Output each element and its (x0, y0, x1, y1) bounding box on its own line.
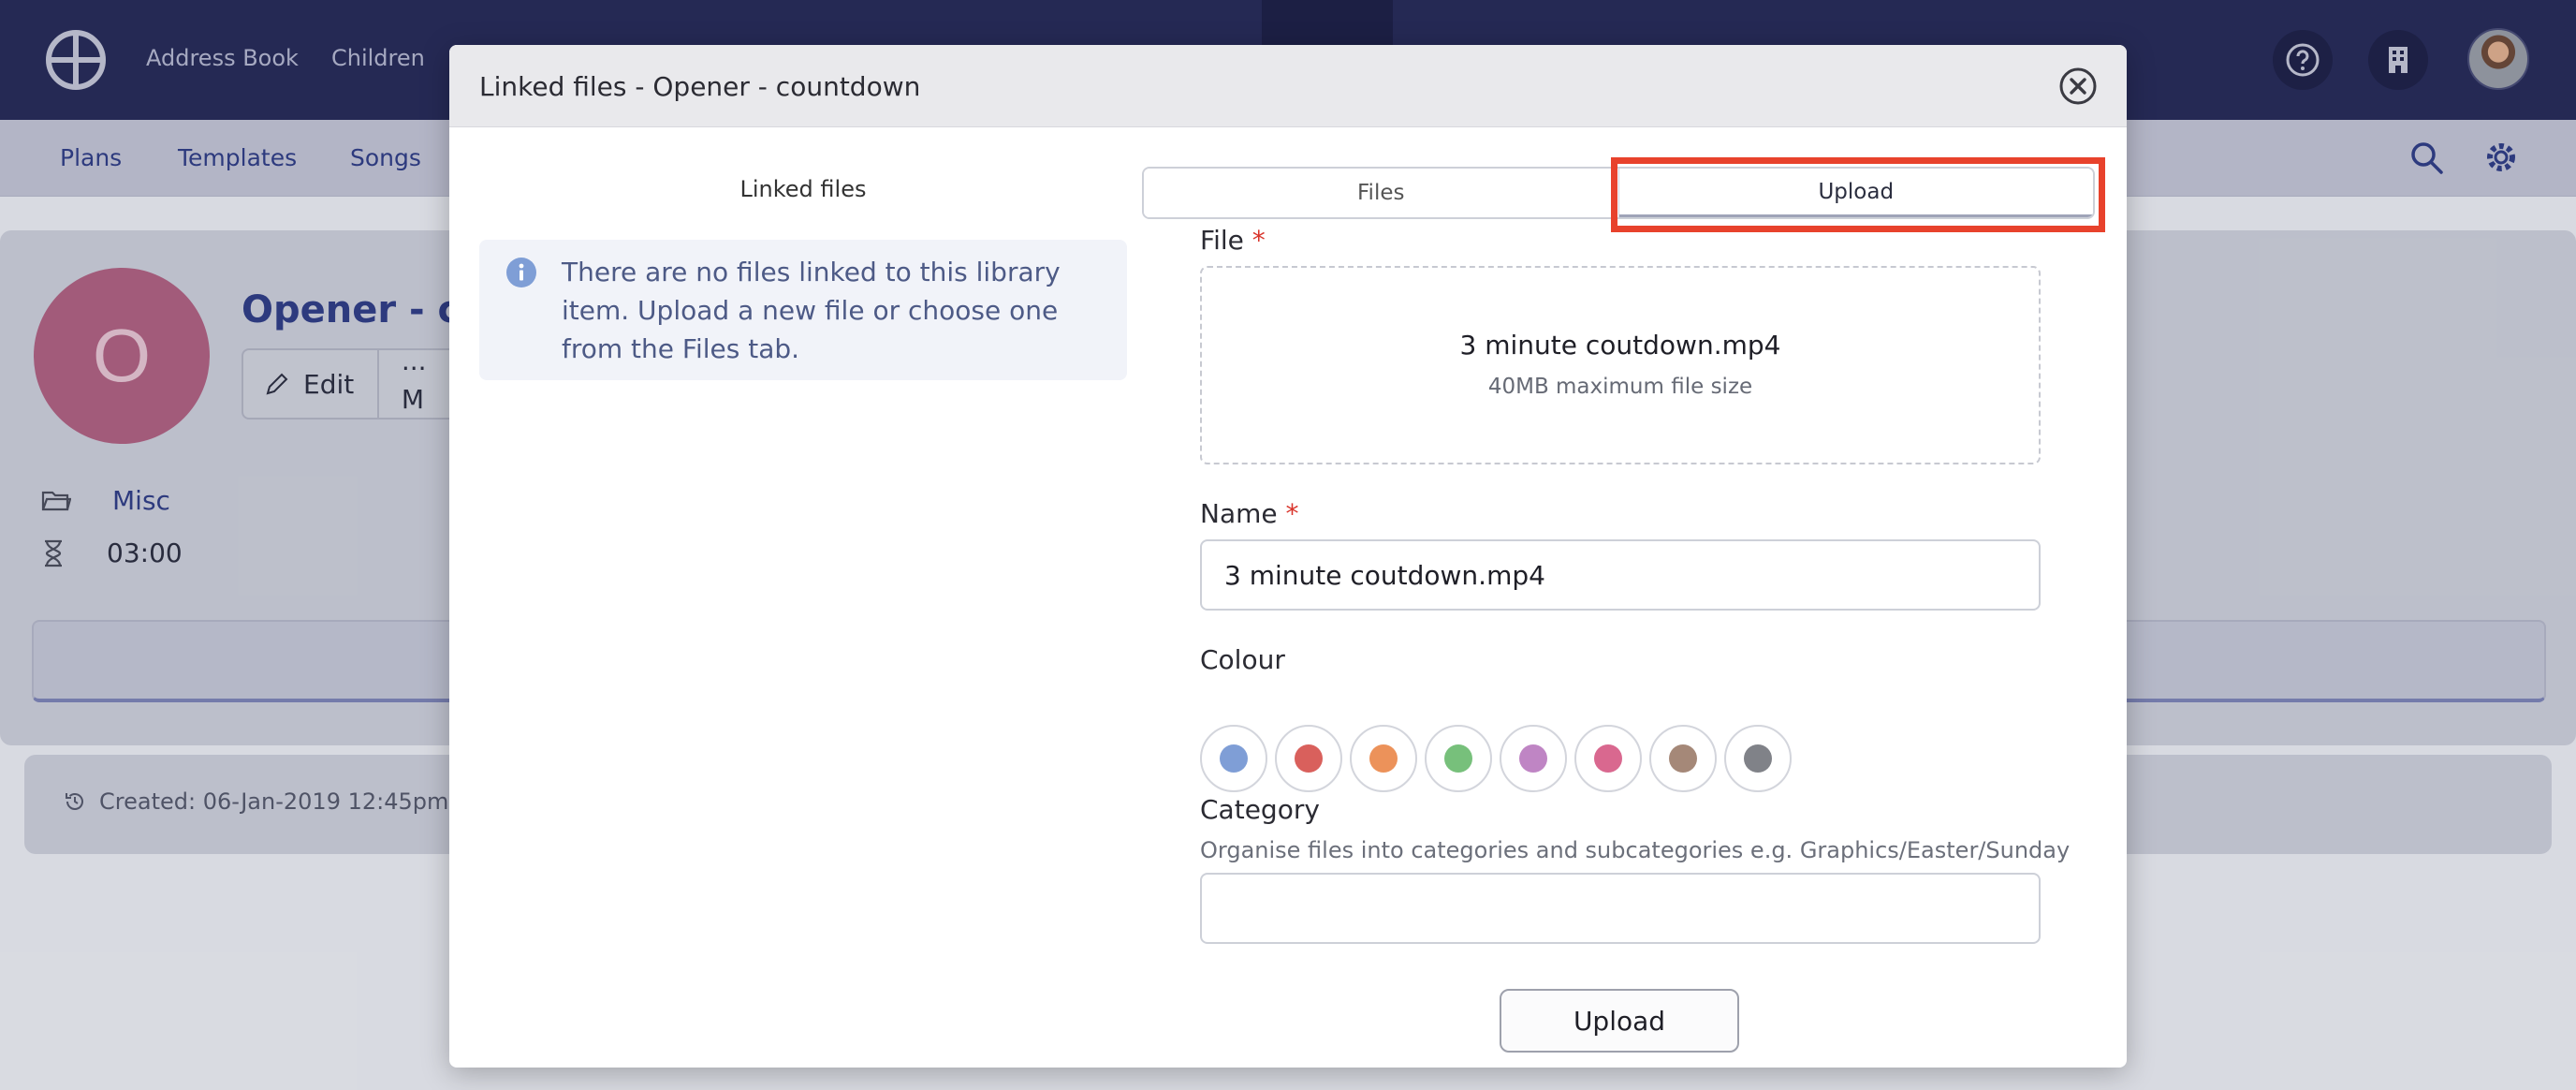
linked-files-modal: Linked files - Opener - countdown Linked… (449, 45, 2127, 1068)
linked-files-heading: Linked files (739, 176, 867, 202)
file-dropzone[interactable]: 3 minute coutdown.mp4 40MB maximum file … (1200, 266, 2041, 464)
colour-field-label: Colour (1200, 644, 1285, 675)
selected-file-name: 3 minute coutdown.mp4 (1459, 330, 1781, 361)
category-field-label: Category (1200, 794, 1320, 825)
colour-dot (1295, 744, 1323, 773)
no-files-message: There are no files linked to this librar… (562, 257, 1061, 364)
colour-swatch-7[interactable] (1649, 725, 1717, 792)
colour-swatch-4[interactable] (1425, 725, 1492, 792)
colour-swatch-5[interactable] (1500, 725, 1567, 792)
tab-upload[interactable]: Upload (1618, 169, 2093, 217)
colour-dot (1444, 744, 1472, 773)
required-marker: * (1285, 498, 1299, 529)
modal-title: Linked files - Opener - countdown (479, 71, 921, 102)
required-marker: * (1251, 225, 1266, 256)
name-input[interactable] (1200, 539, 2041, 611)
name-field-label: Name * (1200, 498, 1299, 529)
category-help-text: Organise files into categories and subca… (1200, 837, 2071, 863)
file-size-hint: 40MB maximum file size (1487, 375, 1753, 399)
file-source-tabs: Files Upload (1142, 167, 2095, 219)
colour-dot (1744, 744, 1772, 773)
colour-dot (1220, 744, 1248, 773)
colour-picker (1200, 725, 1792, 792)
info-icon (506, 258, 536, 287)
close-icon[interactable] (2057, 66, 2099, 107)
modal-header: Linked files - Opener - countdown (449, 45, 2127, 127)
colour-swatch-2[interactable] (1275, 725, 1342, 792)
colour-dot (1369, 744, 1398, 773)
colour-swatch-1[interactable] (1200, 725, 1267, 792)
upload-button[interactable]: Upload (1500, 989, 1739, 1053)
colour-swatch-3[interactable] (1350, 725, 1417, 792)
colour-swatch-8[interactable] (1724, 725, 1792, 792)
colour-dot (1519, 744, 1547, 773)
category-input[interactable] (1200, 873, 2041, 944)
tab-files[interactable]: Files (1144, 169, 1619, 217)
colour-dot (1669, 744, 1697, 773)
colour-dot (1594, 744, 1622, 773)
file-field-label: File * (1200, 225, 1266, 256)
colour-swatch-6[interactable] (1574, 725, 1642, 792)
no-files-info-box: There are no files linked to this librar… (479, 240, 1127, 380)
